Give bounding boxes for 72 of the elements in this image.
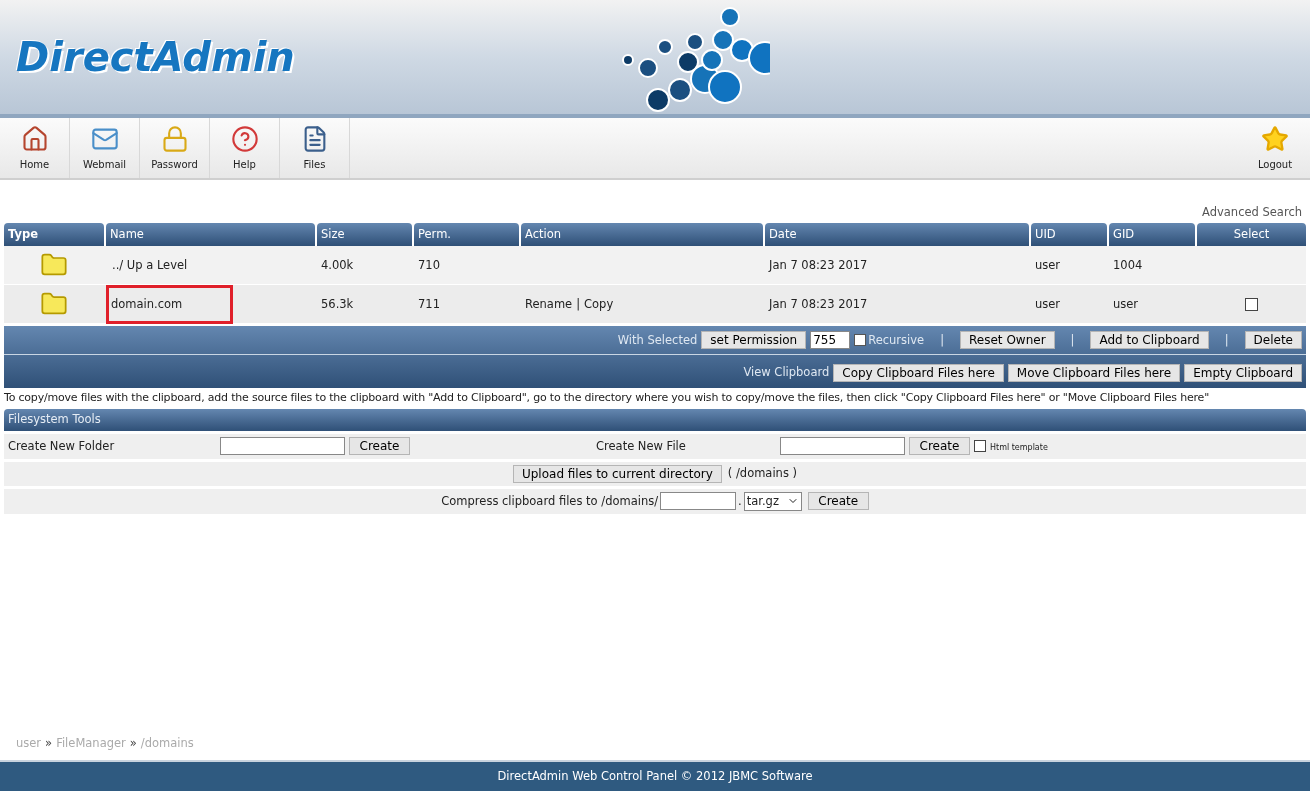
breadcrumb-separator: » [45, 734, 53, 752]
logo-text: DirectAdmin [16, 33, 295, 82]
table-cell: user [1035, 295, 1061, 313]
table-cell: user [1113, 295, 1139, 313]
column-header[interactable]: GID [1109, 223, 1195, 247]
column-header[interactable]: UID [1031, 223, 1107, 247]
archive-name-field[interactable] [660, 492, 737, 511]
table-cell: 711 [418, 295, 440, 313]
upload-button[interactable]: Upload files to current directory [512, 464, 722, 483]
action-button[interactable]: Add to Clipboard [1090, 331, 1209, 350]
toolbar-button[interactable]: Home [0, 118, 70, 178]
column-header[interactable]: Size [317, 223, 412, 247]
clipboard-note: To copy/move files with the clipboard, add the source files to the clipboard with "Add to Clipboard", go to the directory where you wish to copy/move the files, then click "Copy Clipboard Files here" or "Move Clipboard Files here" [3, 390, 1210, 407]
column-header[interactable]: Type [4, 223, 104, 247]
logout-button[interactable]: Logout [1240, 118, 1310, 178]
footer-text: DirectAdmin Web Control Panel © 2012 JBMC Software [497, 767, 813, 785]
row-label: Compress clipboard files to /domains/ [441, 492, 659, 510]
row-label: Create New File [596, 437, 687, 455]
toolbar-button[interactable]: Password [140, 118, 210, 178]
action-button[interactable]: Delete [1244, 331, 1302, 350]
path-text: ( /domains ) [727, 465, 798, 483]
file-name-field[interactable] [780, 437, 905, 456]
home-icon [20, 124, 49, 153]
column-header[interactable]: Action [521, 223, 763, 247]
toolbar-button[interactable]: Files [280, 118, 350, 178]
table-cell: user [1035, 256, 1061, 274]
separator-text: | [1223, 331, 1230, 349]
checkbox-label: Recursive [868, 331, 925, 349]
breadcrumb-separator: » [129, 734, 137, 752]
table-cell: 56.3k [321, 295, 354, 313]
separator-text: | [576, 295, 581, 313]
separator-text: | [1069, 331, 1076, 349]
dot-text: . [738, 492, 742, 510]
column-header[interactable]: Perm. [414, 223, 519, 247]
toolbar-button[interactable]: Webmail [70, 118, 140, 178]
select-checkbox[interactable] [1245, 297, 1258, 311]
folder-name-field[interactable] [220, 437, 345, 456]
table-cell: 1004 [1113, 256, 1143, 274]
action-link[interactable]: Copy [584, 295, 614, 313]
action-button[interactable]: set Permission [701, 331, 807, 350]
template-checkbox[interactable] [974, 440, 986, 453]
table-cell: Jan 7 08:23 2017 [769, 256, 868, 274]
padlock-icon [160, 124, 189, 153]
permission-field[interactable]: 755 [810, 331, 851, 350]
toolbar-button[interactable]: Help [210, 118, 280, 178]
table-cell: 4.00k [321, 256, 354, 274]
help-icon [230, 124, 259, 153]
action-button[interactable]: Copy Clipboard Files here [833, 363, 1004, 382]
bar-label: View Clipboard [743, 364, 830, 382]
file-name-link[interactable]: ../ Up a Level [110, 248, 190, 282]
column-header[interactable]: Date [765, 223, 1029, 247]
column-header[interactable]: Select [1197, 223, 1306, 247]
create-button[interactable]: Create [909, 437, 970, 456]
action-button[interactable]: Empty Clipboard [1184, 363, 1302, 382]
star-icon [1261, 124, 1289, 153]
separator-text: | [939, 331, 946, 349]
create-button[interactable]: Create [807, 492, 869, 511]
column-header[interactable]: Name [106, 223, 315, 247]
create-button[interactable]: Create [349, 437, 410, 456]
action-button[interactable]: Move Clipboard Files here [1007, 363, 1181, 382]
action-link[interactable]: Rename [525, 295, 573, 313]
action-button[interactable]: Reset Owner [960, 331, 1055, 350]
format-select[interactable]: tar.gz [743, 491, 802, 511]
section-title: Filesystem Tools [4, 408, 1306, 431]
bar-label: With Selected [617, 331, 698, 349]
table-cell: Jan 7 08:23 2017 [769, 295, 868, 313]
row-label: Create New Folder [7, 437, 116, 455]
checkbox-label: Html template [990, 442, 1048, 455]
table-cell: 710 [418, 256, 440, 274]
advanced-search-link[interactable]: Advanced Search [1202, 204, 1302, 222]
file-name-link[interactable]: domain.com [106, 284, 234, 324]
recursive-checkbox[interactable] [854, 334, 867, 347]
